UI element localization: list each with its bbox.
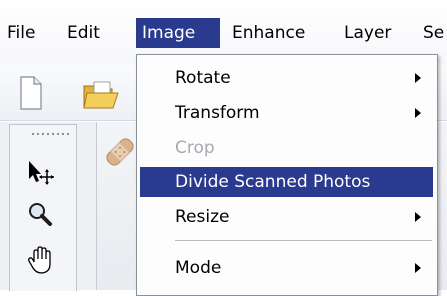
menu-file[interactable]: File xyxy=(7,18,35,48)
menu-item-transform[interactable]: Transform xyxy=(140,98,430,128)
menu-item-label: Crop xyxy=(175,138,215,158)
hand-tool-icon[interactable] xyxy=(26,244,58,276)
menu-item-rotate[interactable]: Rotate xyxy=(140,63,430,93)
menu-item-label: Rotate xyxy=(175,68,231,88)
menu-image[interactable]: Image xyxy=(136,18,220,48)
menu-item-resize[interactable]: Resize xyxy=(140,202,430,232)
submenu-arrow-icon xyxy=(415,73,421,83)
menu-select[interactable]: Se xyxy=(423,18,444,48)
healing-brush-icon[interactable] xyxy=(100,130,140,174)
menu-edit[interactable]: Edit xyxy=(67,18,100,48)
zoom-tool-icon[interactable] xyxy=(26,200,54,228)
menu-layer[interactable]: Layer xyxy=(344,18,391,48)
open-folder-icon[interactable] xyxy=(82,80,120,110)
submenu-arrow-icon xyxy=(415,212,421,222)
menu-enhance[interactable]: Enhance xyxy=(232,18,305,48)
menu-item-label: Divide Scanned Photos xyxy=(175,172,371,192)
menu-item-label: Transform xyxy=(175,103,260,123)
menu-item-label: Mode xyxy=(175,258,222,278)
menu-item-divide-scanned-photos[interactable]: Divide Scanned Photos xyxy=(140,167,433,197)
menu-image-label: Image xyxy=(142,23,196,43)
menu-separator xyxy=(175,240,432,241)
move-tool-icon[interactable] xyxy=(26,158,54,186)
menu-item-mode[interactable]: Mode xyxy=(140,253,430,283)
menu-item-label: Resize xyxy=(175,207,230,227)
submenu-arrow-icon xyxy=(415,108,421,118)
new-document-icon[interactable] xyxy=(20,76,42,110)
menu-item-crop: Crop xyxy=(140,133,430,163)
submenu-arrow-icon xyxy=(415,263,421,273)
panel-grip[interactable] xyxy=(32,132,72,136)
